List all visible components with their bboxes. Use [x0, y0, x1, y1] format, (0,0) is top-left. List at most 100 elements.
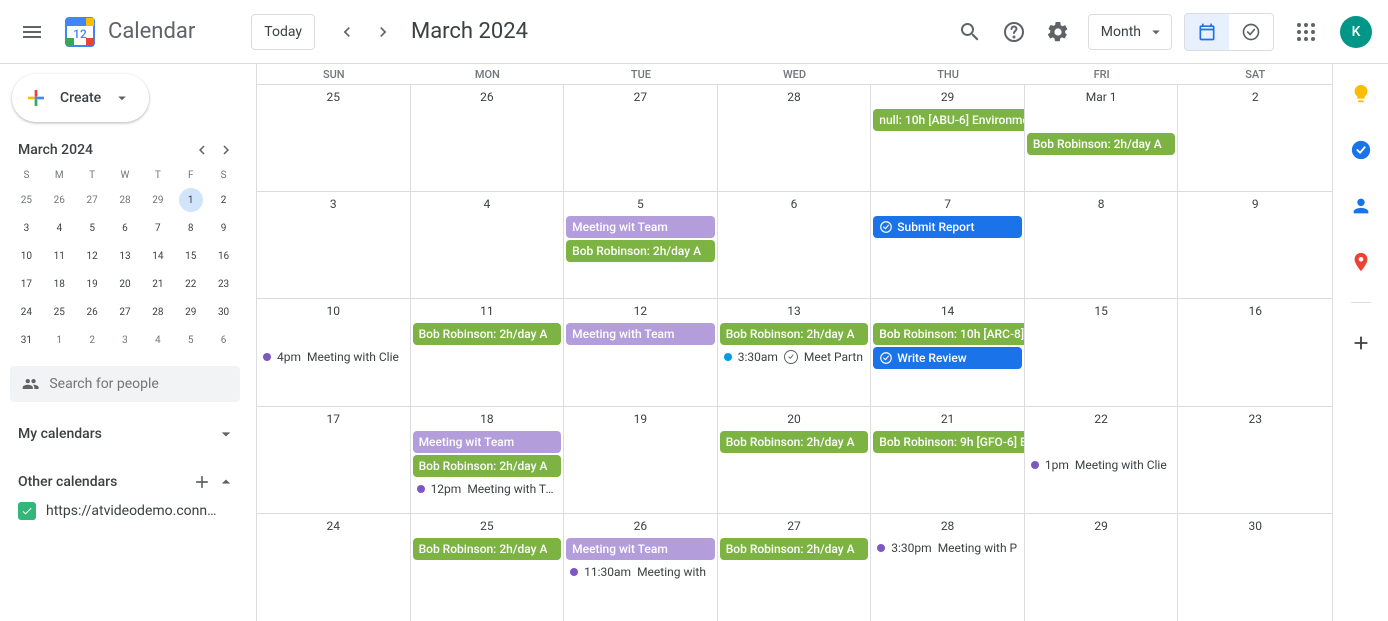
tasks-icon[interactable]	[1341, 130, 1381, 170]
user-avatar[interactable]: K	[1340, 16, 1372, 48]
day-cell[interactable]: 29null: 10h [ABU-6] Environment setup	[871, 85, 1025, 191]
event-chip[interactable]: Meeting wit Team	[566, 538, 715, 560]
calendar-view-toggle[interactable]	[1185, 14, 1229, 50]
day-cell[interactable]: 3	[257, 192, 411, 298]
event-chip[interactable]: Meeting wit Team	[566, 216, 715, 238]
day-cell[interactable]: 25Bob Robinson: 2h/day A	[411, 514, 565, 621]
event-dot[interactable]: 11:30amMeeting with	[564, 562, 717, 582]
calendar-checkbox[interactable]	[18, 502, 36, 520]
event-dot[interactable]: 12pmMeeting with Tea	[411, 479, 564, 499]
day-cell[interactable]: 17	[257, 407, 411, 513]
mini-day-cell[interactable]: 4	[141, 326, 174, 354]
day-cell[interactable]: 18Meeting wit TeamBob Robinson: 2h/day A…	[411, 407, 565, 513]
day-cell[interactable]: 9	[1178, 192, 1332, 298]
other-calendars-toggle[interactable]: Other calendars	[10, 466, 240, 498]
mini-day-cell[interactable]: 2	[76, 326, 109, 354]
day-cell[interactable]: 104pmMeeting with Clie	[257, 299, 411, 405]
event-chip[interactable]: Bob Robinson: 9h [GFO-6] Bug with colors	[873, 431, 1025, 453]
mini-day-cell[interactable]: 8	[174, 214, 207, 242]
day-cell[interactable]: 12Meeting with Team	[564, 299, 718, 405]
mini-day-cell[interactable]: 20	[109, 270, 142, 298]
mini-day-cell[interactable]: 9	[207, 214, 240, 242]
day-cell[interactable]: 26Meeting wit Team11:30amMeeting with	[564, 514, 718, 621]
help-icon[interactable]	[994, 12, 1034, 52]
mini-day-cell[interactable]: 25	[43, 298, 76, 326]
event-chip[interactable]: Bob Robinson: 2h/day A	[413, 538, 562, 560]
event-chip[interactable]: Write Review	[873, 347, 1022, 369]
mini-day-cell[interactable]: 3	[109, 326, 142, 354]
day-cell[interactable]: 29	[1025, 514, 1179, 621]
search-people-input[interactable]	[10, 366, 240, 402]
event-chip[interactable]: Bob Robinson: 2h/day A	[720, 538, 869, 560]
day-cell[interactable]: 16	[1178, 299, 1332, 405]
mini-day-cell[interactable]: 1	[43, 326, 76, 354]
mini-day-cell[interactable]: 18	[43, 270, 76, 298]
day-cell[interactable]: 26	[411, 85, 565, 191]
event-chip[interactable]: Meeting with Team	[566, 323, 715, 345]
event-chip[interactable]: Bob Robinson: 2h/day A	[413, 455, 562, 477]
search-people-field[interactable]	[49, 376, 228, 392]
prev-month-button[interactable]	[331, 16, 363, 48]
mini-day-cell[interactable]: 6	[109, 214, 142, 242]
day-cell[interactable]: 283:30pmMeeting with P	[871, 514, 1025, 621]
mini-day-cell[interactable]: 4	[43, 214, 76, 242]
day-cell[interactable]: 2	[1178, 85, 1332, 191]
day-cell[interactable]: 27Bob Robinson: 2h/day A	[718, 514, 872, 621]
maps-icon[interactable]	[1341, 242, 1381, 282]
mini-day-cell[interactable]: 25	[10, 186, 43, 214]
mini-day-cell[interactable]: 27	[109, 298, 142, 326]
mini-day-cell[interactable]: 17	[10, 270, 43, 298]
event-chip[interactable]: Bob Robinson: 2h/day A	[413, 323, 562, 345]
keep-icon[interactable]	[1341, 74, 1381, 114]
add-addon-icon[interactable]	[1341, 323, 1381, 363]
event-dot[interactable]: 3:30pmMeeting with P	[871, 538, 1024, 558]
mini-day-cell[interactable]: 16	[207, 242, 240, 270]
mini-day-cell[interactable]: 22	[174, 270, 207, 298]
mini-day-cell[interactable]: 26	[76, 298, 109, 326]
mini-day-cell[interactable]: 1	[174, 186, 207, 214]
event-dot[interactable]: 1pmMeeting with Clie	[1025, 455, 1178, 475]
event-chip[interactable]: Meeting wit Team	[413, 431, 562, 453]
mini-day-cell[interactable]: 19	[76, 270, 109, 298]
day-cell[interactable]: 20Bob Robinson: 2h/day A	[718, 407, 872, 513]
mini-prev-button[interactable]	[190, 138, 214, 162]
mini-day-cell[interactable]: 13	[109, 242, 142, 270]
mini-day-cell[interactable]: 23	[207, 270, 240, 298]
day-cell[interactable]: 19	[564, 407, 718, 513]
event-dot[interactable]: 4pmMeeting with Clie	[257, 347, 410, 367]
mini-day-cell[interactable]: 30	[207, 298, 240, 326]
day-cell[interactable]: Mar 1Bob Robinson: 2h/day A	[1025, 85, 1179, 191]
create-button[interactable]: Create	[12, 74, 149, 122]
mini-day-cell[interactable]: 10	[10, 242, 43, 270]
contacts-icon[interactable]	[1341, 186, 1381, 226]
event-chip[interactable]: Bob Robinson: 2h/day A	[1027, 133, 1176, 155]
tasks-view-toggle[interactable]	[1229, 14, 1273, 50]
event-chip[interactable]: Bob Robinson: 2h/day A	[566, 240, 715, 262]
day-cell[interactable]: 15	[1025, 299, 1179, 405]
day-cell[interactable]: 6	[718, 192, 872, 298]
mini-day-cell[interactable]: 5	[174, 326, 207, 354]
day-cell[interactable]: 23	[1178, 407, 1332, 513]
day-cell[interactable]: 7Submit Report	[871, 192, 1025, 298]
settings-icon[interactable]	[1038, 12, 1078, 52]
mini-day-cell[interactable]: 14	[141, 242, 174, 270]
day-cell[interactable]: 24	[257, 514, 411, 621]
add-calendar-icon[interactable]	[192, 472, 212, 492]
mini-next-button[interactable]	[214, 138, 238, 162]
day-cell[interactable]: 4	[411, 192, 565, 298]
mini-day-cell[interactable]: 26	[43, 186, 76, 214]
day-cell[interactable]: 13Bob Robinson: 2h/day A3:30amMeet Partn	[718, 299, 872, 405]
mini-day-cell[interactable]: 27	[76, 186, 109, 214]
day-cell[interactable]: 14Bob Robinson: 10h [ARC-8] Research and…	[871, 299, 1025, 405]
day-cell[interactable]: 27	[564, 85, 718, 191]
day-cell[interactable]: 11Bob Robinson: 2h/day A	[411, 299, 565, 405]
apps-icon[interactable]	[1286, 12, 1326, 52]
day-cell[interactable]: 28	[718, 85, 872, 191]
event-chip[interactable]: Bob Robinson: 2h/day A	[720, 323, 869, 345]
day-cell[interactable]: 30	[1178, 514, 1332, 621]
mini-day-cell[interactable]: 6	[207, 326, 240, 354]
view-selector[interactable]: Month	[1088, 14, 1172, 50]
main-menu-icon[interactable]	[8, 8, 56, 56]
event-chip[interactable]: Bob Robinson: 10h [ARC-8] Research and d…	[873, 323, 1025, 345]
mini-day-cell[interactable]: 29	[141, 186, 174, 214]
